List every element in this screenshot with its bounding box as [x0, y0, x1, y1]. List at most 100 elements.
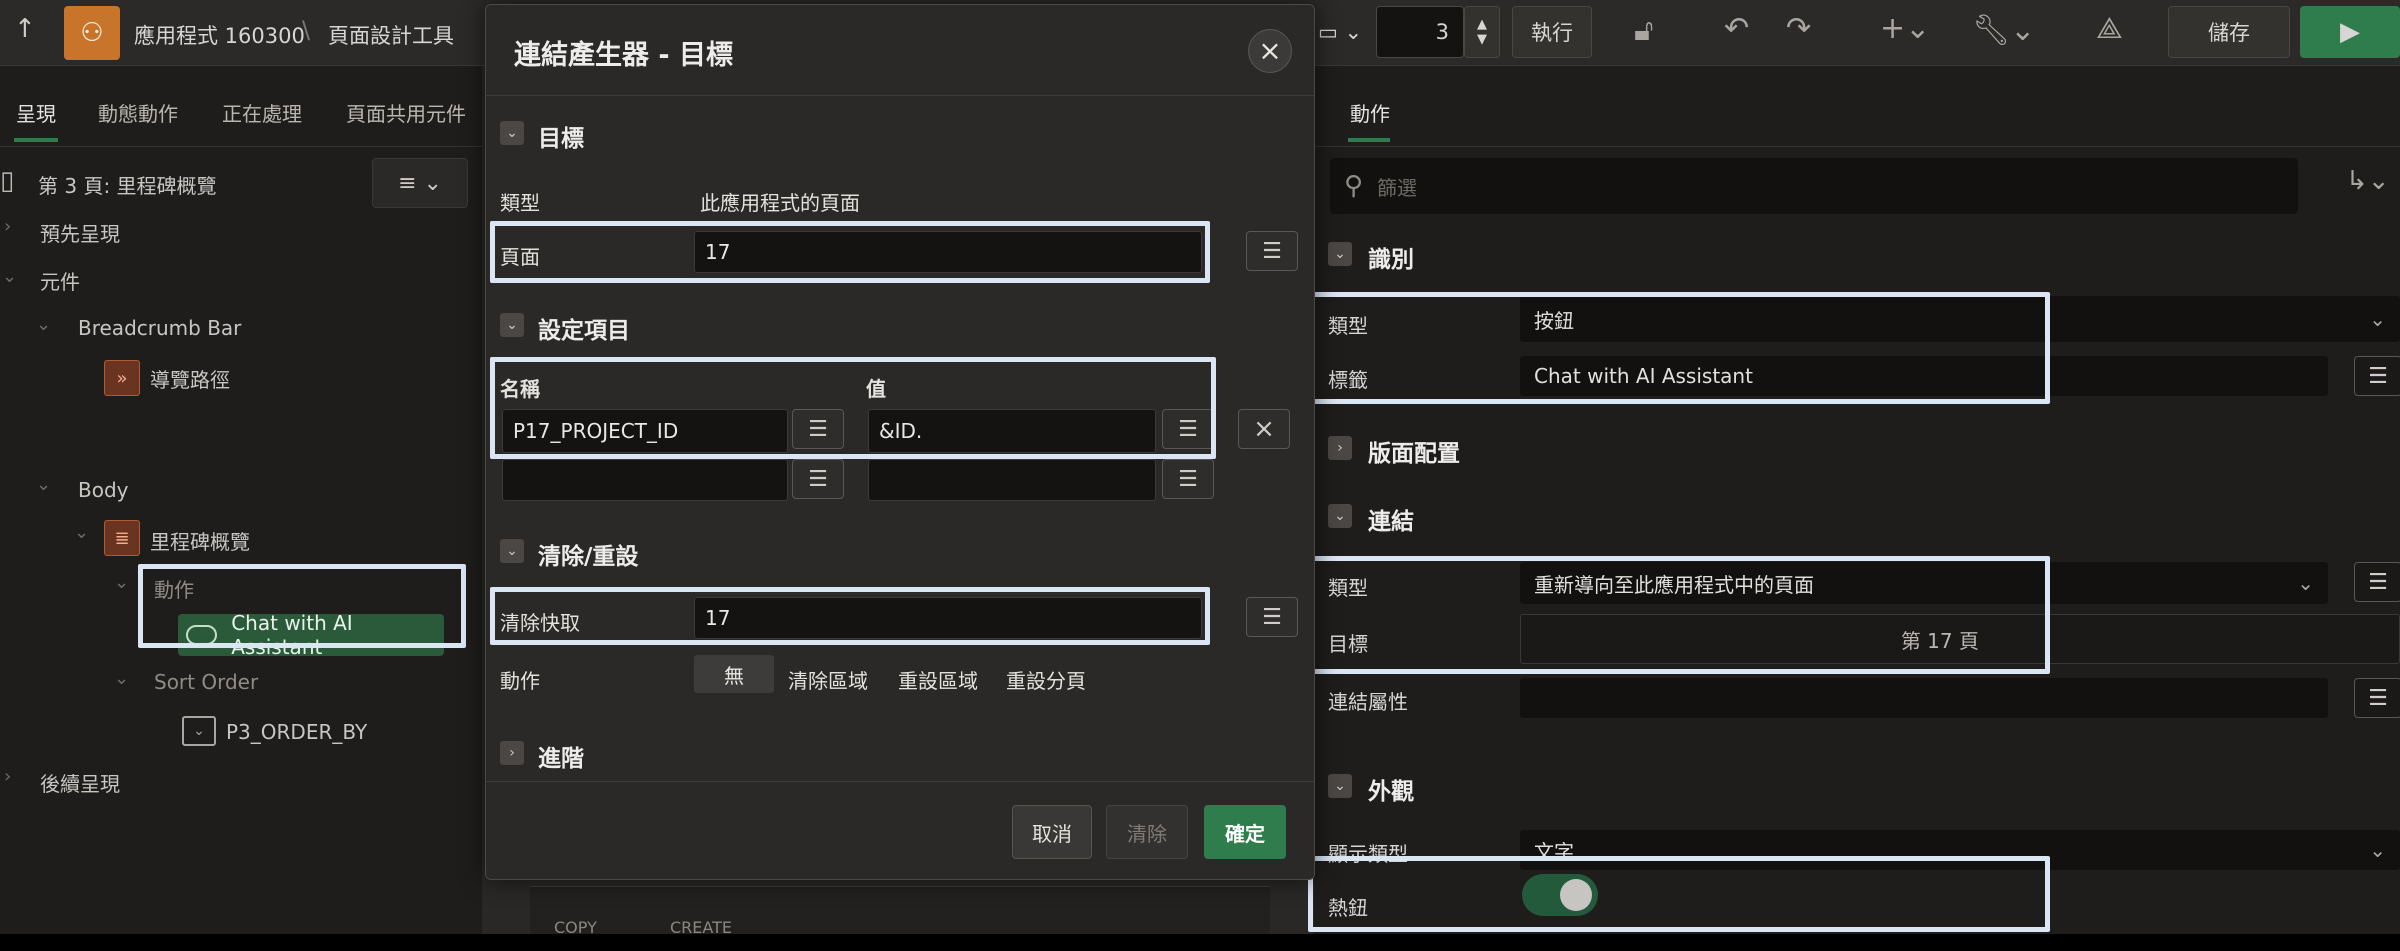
tab-dynamic-actions[interactable]: 動態動作 [98, 98, 178, 127]
back-arrow-icon[interactable]: ↑ [14, 14, 36, 44]
chevron-right-icon[interactable]: › [4, 216, 11, 237]
cancel-button[interactable]: 取消 [1012, 805, 1092, 859]
target-type-label: 類型 [500, 191, 540, 215]
section-target: 目標 [538, 126, 584, 152]
list-icon[interactable]: ☰ [792, 459, 844, 499]
tab-processing[interactable]: 正在處理 [222, 98, 302, 127]
utilities-wrench-icon[interactable]: 🔧︎⌄ [1972, 16, 2035, 46]
divider [0, 146, 482, 147]
tree-breadcrumb[interactable]: 導覽路徑 [150, 364, 230, 393]
tree-region[interactable]: 里程碑概覽 [150, 526, 250, 555]
ok-button[interactable]: 確定 [1204, 805, 1286, 859]
collapse-toggle-icon[interactable]: ⌄ [500, 313, 524, 337]
rendering-tree-panel: 呈現 動態動作 正在處理 頁面共用元件 ▯ 第 3 頁: 里程碑概覽 ≡ ⌄ ›… [0, 66, 482, 934]
tab-active-indicator [14, 138, 58, 142]
select-list-icon: ⌄ [182, 716, 216, 746]
chevron-down-icon[interactable]: ⌄ [114, 572, 129, 593]
page-type-select[interactable]: ▭ ⌄ [1310, 6, 1370, 58]
divider [1314, 146, 2400, 147]
page-number-input[interactable]: 3 [1376, 6, 1464, 58]
list-icon[interactable]: ☰ [1246, 597, 1298, 637]
chevron-right-icon[interactable]: › [4, 766, 11, 787]
tree-breadcrumb-bar[interactable]: Breadcrumb Bar [78, 316, 241, 340]
page-doc-icon: ▯ [0, 166, 15, 196]
chevron-down-icon: ⌄ [2297, 571, 2314, 595]
run-button[interactable]: 執行 [1512, 6, 1592, 58]
tab-shared-components[interactable]: 頁面共用元件 [346, 98, 466, 127]
action-option-reset-region[interactable]: 重設區域 [898, 665, 978, 694]
clear-button[interactable]: 清除 [1106, 805, 1188, 859]
search-icon: ⚲ [1344, 171, 1364, 201]
app-name[interactable]: 應用程式 160300 [134, 20, 305, 50]
list-icon[interactable]: ☰ [1162, 459, 1214, 499]
section-link: 連結 [1368, 509, 1414, 535]
link-attributes-label: 連結屬性 [1328, 690, 1408, 714]
remove-row-button[interactable]: × [1238, 409, 1290, 449]
section-identification: 識別 [1368, 247, 1414, 273]
gallery-create[interactable]: CREATE [670, 918, 732, 937]
page-title[interactable]: 第 3 頁: 里程碑概覽 [38, 170, 217, 199]
go-to-group-icon[interactable]: ↳⌄ [2346, 166, 2390, 196]
property-editor-panel: 動作 ⚲ 篩選 ↳⌄ ⌄ 識別 類型 按鈕 ⌄ 標籤 Chat with AI … [1308, 66, 2400, 934]
item-name-input-2[interactable] [502, 459, 788, 501]
expand-toggle-icon[interactable]: › [1328, 436, 1352, 460]
chevron-down-icon[interactable]: ⌄ [114, 668, 129, 689]
tree-pre-render[interactable]: 預先呈現 [40, 218, 120, 247]
tree-order-by[interactable]: P3_ORDER_BY [226, 720, 367, 744]
tab-active-indicator [1348, 138, 1390, 142]
section-layout: 版面配置 [1368, 441, 1460, 467]
target-type-value[interactable]: 此應用程式的頁面 [700, 187, 860, 216]
highlight-set-items [490, 357, 1216, 459]
highlight-clear-cache [490, 587, 1210, 645]
gallery-copy[interactable]: COPY [554, 918, 597, 937]
chevron-down-icon[interactable]: ⌄ [74, 522, 89, 543]
breadcrumb-icon: » [104, 360, 140, 396]
action-option-reset-pagination[interactable]: 重設分頁 [1006, 665, 1086, 694]
list-icon[interactable]: ☰ [2354, 356, 2400, 396]
highlight-hot [1308, 856, 2050, 932]
collapse-toggle-icon[interactable]: ⌄ [1328, 242, 1352, 266]
link-attributes-input[interactable] [1520, 678, 2328, 718]
tree-menu-button[interactable]: ≡ ⌄ [372, 158, 468, 208]
shared-components-icon[interactable]: ⟁ [2096, 14, 2123, 44]
tree-post-render[interactable]: 後續呈現 [40, 768, 120, 797]
collapse-toggle-icon[interactable]: ⌄ [1328, 774, 1352, 798]
breadcrumb-separator: \ [302, 16, 311, 44]
collapse-toggle-icon[interactable]: ⌄ [500, 539, 524, 563]
chevron-down-icon[interactable]: ⌄ [2, 266, 17, 287]
list-icon[interactable]: ☰ [1246, 231, 1298, 271]
action-option-clear-region[interactable]: 清除區域 [788, 665, 868, 694]
expand-toggle-icon[interactable]: › [500, 741, 524, 765]
chevron-down-icon[interactable]: ⌄ [36, 314, 51, 335]
tree-components[interactable]: 元件 [40, 266, 80, 295]
highlight-page [490, 221, 1210, 283]
page-stepper[interactable]: ▲ ▼ [1464, 6, 1500, 58]
add-menu-icon[interactable]: +⌄ [1880, 14, 1930, 44]
filter-input[interactable]: ⚲ 篩選 [1330, 158, 2298, 214]
action-label: 動作 [500, 669, 540, 693]
collapse-toggle-icon[interactable]: ⌄ [1328, 504, 1352, 528]
lock-open-icon[interactable]: 🔓︎ [1634, 16, 1653, 46]
collapse-toggle-icon[interactable]: ⌄ [500, 121, 524, 145]
highlight-identification [1308, 292, 2050, 404]
run-page-button[interactable]: ▶ [2300, 6, 2400, 58]
tab-rendering[interactable]: 呈現 [16, 98, 56, 127]
app-icon[interactable]: ⚇ [64, 6, 120, 60]
section-advanced: 進階 [538, 746, 584, 772]
redo-icon[interactable]: ↷ [1786, 14, 1811, 44]
section-appearance: 外觀 [1368, 779, 1414, 805]
item-value-input-2[interactable] [868, 459, 1156, 501]
tree-body[interactable]: Body [78, 478, 129, 502]
tab-actions[interactable]: 動作 [1350, 98, 1390, 127]
tool-name[interactable]: 頁面設計工具 [328, 20, 454, 50]
save-button[interactable]: 儲存 [2168, 6, 2290, 58]
divider [486, 781, 1314, 782]
chevron-down-icon[interactable]: ⌄ [36, 474, 51, 495]
undo-icon[interactable]: ↶ [1724, 14, 1749, 44]
close-button[interactable]: × [1248, 29, 1292, 73]
chevron-down-icon: ⌄ [2369, 838, 2386, 862]
tree-sort-order[interactable]: Sort Order [154, 670, 258, 694]
list-icon[interactable]: ☰ [2354, 562, 2400, 602]
action-option-none[interactable]: 無 [694, 655, 774, 693]
list-icon[interactable]: ☰ [2354, 678, 2400, 718]
